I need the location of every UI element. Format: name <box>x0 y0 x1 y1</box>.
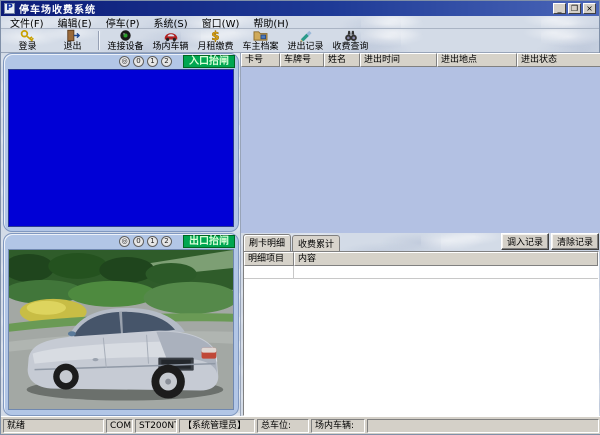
toolbar-button-fee-query[interactable]: 收费查询 <box>328 29 373 52</box>
binoculars-icon <box>344 30 358 42</box>
status-operator: 【系统管理员】 <box>179 419 255 433</box>
app-window: P 停车场收费系统 _ ❐ × 文件(F) 编辑(E) 停车(P) 系统(S) … <box>0 0 600 435</box>
entry-camera-screen <box>8 69 234 227</box>
detail-header-row: 明细项目 内容 <box>244 252 598 266</box>
toolbar-label: 月租缴费 <box>197 42 233 52</box>
column-header-inout-status[interactable]: 进出状态 <box>517 53 600 67</box>
status-ready: 就绪 <box>3 419 104 433</box>
column-header-inout-place[interactable]: 进出地点 <box>437 53 517 67</box>
exit-panel-header: ◎ 0 1 2 出口抬闸 <box>4 234 238 248</box>
toolbar-label: 收费查询 <box>332 42 368 52</box>
column-header-plate-no[interactable]: 车牌号 <box>280 53 324 67</box>
menu-item-window[interactable]: 窗口(W) <box>197 15 249 30</box>
entry-gate-button[interactable]: 入口抬闸 <box>183 55 235 68</box>
close-button[interactable]: × <box>583 3 596 14</box>
main-area: ◎ 0 1 2 入口抬闸 ◎ 0 1 2 出口抬闸 <box>1 53 600 418</box>
camera-select-button[interactable]: ◎ <box>119 236 130 247</box>
toolbar-button-inout-records[interactable]: 进出记录 <box>283 29 328 52</box>
camera-select-button[interactable]: 2 <box>161 236 172 247</box>
camera-select-button[interactable]: 0 <box>133 56 144 67</box>
tab-fee-accumulate[interactable]: 收费累计 <box>292 235 340 251</box>
load-records-button[interactable]: 调入记录 <box>501 233 549 250</box>
tab-swipe-detail[interactable]: 刷卡明细 <box>243 234 291 251</box>
camera-select-button[interactable]: 0 <box>133 236 144 247</box>
detail-content-cell <box>294 266 598 278</box>
detail-section: 刷卡明细 收费累计 调入记录 清除记录 明细项目 内容 <box>240 233 600 418</box>
column-header-card-no[interactable]: 卡号 <box>241 53 280 67</box>
toolbar-button-owner-files[interactable]: 车主档案 <box>238 29 283 52</box>
status-extra <box>367 419 599 433</box>
detail-empty-row <box>244 266 598 279</box>
menu-item-edit[interactable]: 编辑(E) <box>53 15 101 30</box>
detail-item-cell <box>244 266 294 278</box>
menu-bar: 文件(F) 编辑(E) 停车(P) 系统(S) 窗口(W) 帮助(H) <box>1 16 599 29</box>
menu-item-system[interactable]: 系统(S) <box>149 15 197 30</box>
inout-records-table: 卡号 车牌号 姓名 进出时间 进出地点 进出状态 <box>240 53 600 233</box>
toolbar-label: 进出记录 <box>287 42 323 52</box>
exit-camera-photo <box>8 249 234 411</box>
status-device-model: ST200NT2 <box>135 419 177 433</box>
camera-column: ◎ 0 1 2 入口抬闸 ◎ 0 1 2 出口抬闸 <box>1 53 240 418</box>
column-header-name[interactable]: 姓名 <box>324 53 360 67</box>
toolbar-separator <box>98 31 100 50</box>
menu-item-file[interactable]: 文件(F) <box>5 15 53 30</box>
camera-select-button[interactable]: 1 <box>147 56 158 67</box>
toolbar-button-connect-device[interactable]: 连接设备 <box>103 29 148 52</box>
clear-records-button[interactable]: 清除记录 <box>551 233 599 250</box>
toolbar-label: 车主档案 <box>242 42 278 52</box>
camera-select-button[interactable]: 1 <box>147 236 158 247</box>
menu-item-parking[interactable]: 停车(P) <box>101 15 149 30</box>
key-icon <box>20 30 36 42</box>
svg-text:$: $ <box>211 29 219 42</box>
toolbar-button-exit[interactable]: 退出 <box>50 29 95 52</box>
toolbar-button-monthly-payment[interactable]: $ 月租缴费 <box>193 29 238 52</box>
toolbar-label: 场内车辆 <box>152 42 188 52</box>
car-icon <box>163 30 179 42</box>
column-header-inout-time[interactable]: 进出时间 <box>360 53 437 67</box>
entry-camera-panel: ◎ 0 1 2 入口抬闸 <box>3 53 239 232</box>
app-icon: P <box>4 3 15 14</box>
toolbar-label: 连接设备 <box>107 42 143 52</box>
toolbar-label: 退出 <box>63 42 81 52</box>
records-header-row: 卡号 车牌号 姓名 进出时间 进出地点 进出状态 <box>241 53 600 67</box>
entry-panel-header: ◎ 0 1 2 入口抬闸 <box>4 54 238 68</box>
restore-button[interactable]: ❐ <box>568 3 581 14</box>
folder-icon <box>253 30 268 42</box>
dollar-icon: $ <box>209 30 222 42</box>
records-column: 卡号 车牌号 姓名 进出时间 进出地点 进出状态 刷卡明细 收费累计 调入记录 … <box>240 53 600 418</box>
column-header-content[interactable]: 内容 <box>294 252 598 266</box>
minimize-button[interactable]: _ <box>553 3 566 14</box>
camera-select-button[interactable]: 2 <box>161 56 172 67</box>
detail-table: 明细项目 内容 <box>243 251 599 416</box>
column-header-detail-item[interactable]: 明细项目 <box>244 252 294 266</box>
records-list-body[interactable] <box>241 67 600 233</box>
exit-camera-panel: ◎ 0 1 2 出口抬闸 <box>3 233 239 417</box>
toolbar-label: 登录 <box>18 42 36 52</box>
camera-select-button[interactable]: ◎ <box>119 56 130 67</box>
toolbar-button-vehicles-inside[interactable]: 场内车辆 <box>148 29 193 52</box>
detail-list-body[interactable] <box>244 279 598 415</box>
menu-item-help[interactable]: 帮助(H) <box>248 15 297 30</box>
toolbar-button-login[interactable]: 登录 <box>5 29 50 52</box>
status-bar: 就绪 COM1 ST200NT2 【系统管理员】 总车位: 场内车辆: <box>1 416 600 434</box>
exit-icon <box>66 30 80 42</box>
detail-tabstrip: 刷卡明细 收费累计 调入记录 清除记录 <box>243 234 599 251</box>
record-icon <box>299 30 313 42</box>
status-vehicles-inside: 场内车辆: <box>311 419 365 433</box>
status-com-port: COM1 <box>106 419 133 433</box>
exit-gate-button[interactable]: 出口抬闸 <box>183 235 235 248</box>
camera-icon <box>119 30 132 42</box>
status-total-spaces: 总车位: <box>257 419 309 433</box>
toolbar: 登录 退出 连接设备 场内车辆 $ 月租缴费 <box>1 29 599 53</box>
